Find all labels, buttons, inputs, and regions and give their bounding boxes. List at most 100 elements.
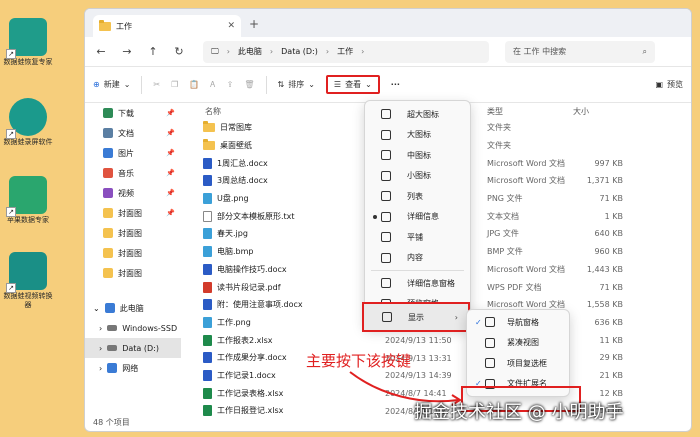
up-icon[interactable]: ↑ — [145, 45, 161, 58]
tab-bar: 工作 ✕ + — [85, 9, 691, 37]
view-menu-item[interactable]: 小图标 — [365, 166, 470, 187]
library-icon — [103, 168, 113, 178]
word-file-icon — [203, 263, 212, 275]
sidebar-item-label: 视频 — [118, 188, 134, 198]
more-options-button[interactable]: ··· — [391, 80, 400, 89]
view-mode-icon — [381, 278, 391, 288]
sidebar-item-label: Windows-SSD — [122, 323, 178, 333]
breadcrumb[interactable]: 🖵 › 此电脑 › Data (D:) › 工作 › — [203, 40, 489, 63]
sidebar-item[interactable]: 封面图 — [85, 263, 181, 283]
back-icon[interactable]: ← — [93, 45, 109, 58]
view-button[interactable]: ☰ 查看 ⌄ — [325, 75, 380, 94]
view-menu-item[interactable]: 内容 — [365, 248, 470, 269]
file-type: JPG 文件 — [487, 229, 519, 239]
sidebar-item[interactable]: 封面图 — [85, 223, 181, 243]
breadcrumb-drive[interactable]: Data (D:) — [281, 47, 318, 56]
chevron-down-icon: ⌄ — [93, 303, 100, 313]
sidebar-item[interactable]: 封面图 📌 — [85, 203, 181, 223]
file-name: 电脑.bmp — [217, 247, 254, 257]
converter-app-icon: ↗ — [6, 252, 47, 293]
cut-icon[interactable]: ✂ — [153, 80, 160, 89]
sidebar-item-label: 文档 — [118, 128, 134, 138]
desktop-icon-iphone-expert[interactable]: ↗ 苹果数据专家 — [2, 176, 54, 225]
shortcut-arrow-icon: ↗ — [6, 283, 16, 293]
view-menu-item[interactable]: 详细信息窗格 — [365, 273, 470, 294]
view-menu-item[interactable]: 大图标 — [365, 125, 470, 146]
close-tab-icon[interactable]: ✕ — [227, 21, 235, 31]
preview-button[interactable]: ▣ 预览 — [655, 79, 683, 90]
file-meta-row: 文件夹 — [487, 119, 623, 137]
file-name: 工作记录1.docx — [217, 370, 276, 380]
computer-icon — [104, 303, 115, 313]
annotation-text: 主要按下该按键 — [306, 352, 412, 370]
show-submenu-item[interactable]: ✓ 导航窗格 — [467, 312, 569, 333]
delete-icon[interactable]: 🗑 — [244, 80, 254, 89]
copy-icon[interactable]: ❐ — [171, 80, 178, 89]
paste-icon[interactable]: 📋 — [189, 80, 199, 89]
column-type[interactable]: 类型 — [487, 106, 503, 117]
sidebar-item-drive[interactable]: › Data (D:) — [85, 338, 181, 358]
chevron-right-icon: › — [99, 343, 103, 353]
file-name: 工作报表2.xlsx — [217, 335, 273, 345]
chevron-down-icon: ⌄ — [123, 80, 131, 89]
sidebar-item[interactable]: 下载 📌 — [85, 103, 181, 123]
view-menu: 超大图标大图标中图标小图标列表详细信息平铺内容详细信息窗格预览窗格 — [364, 100, 471, 328]
file-meta-row: JPG 文件 640 KB — [487, 225, 623, 243]
sidebar-item-this-pc[interactable]: ⌄ 此电脑 — [85, 298, 181, 318]
view-mode-icon — [381, 211, 391, 222]
file-name: 日常图库 — [220, 123, 252, 133]
img-file-icon — [203, 316, 212, 328]
file-size: 71 KB — [599, 194, 623, 204]
new-button[interactable]: ⊕ 新建 ⌄ — [93, 79, 130, 90]
chevron-right-icon: › — [361, 47, 365, 56]
refresh-icon[interactable]: ↻ — [171, 45, 187, 58]
sidebar-item-network[interactable]: › 网络 — [85, 358, 181, 378]
breadcrumb-folder[interactable]: 工作 — [337, 46, 353, 57]
shortcut-arrow-icon: ↗ — [6, 207, 16, 217]
view-menu-label: 内容 — [407, 253, 423, 263]
word-file-icon — [203, 175, 212, 187]
xls-file-icon — [203, 405, 212, 417]
tab-work[interactable]: 工作 ✕ — [93, 15, 241, 37]
desktop-icon-recovery[interactable]: ↗ 数据蛙恢复专家 — [2, 18, 54, 67]
desktop: ↗ 数据蛙恢复专家 ↗ 数据蛙录屏软件 ↗ 苹果数据专家 ↗ 数据蛙视频转换器 — [0, 0, 80, 437]
share-icon[interactable]: ⇪ — [227, 80, 234, 89]
word-file-icon — [203, 352, 212, 364]
sidebar-item-drive[interactable]: › Windows-SSD — [85, 318, 181, 338]
column-name[interactable]: 名称 — [205, 106, 221, 117]
search-input[interactable]: 在 工作 中搜索 ⌕ — [505, 40, 655, 63]
show-menu-item[interactable]: 显示 › — [362, 302, 470, 332]
search-placeholder: 在 工作 中搜索 — [513, 47, 567, 56]
view-menu-item[interactable]: 详细信息 — [365, 207, 470, 228]
library-icon — [103, 148, 113, 158]
monitor-icon: 🖵 — [211, 46, 219, 56]
file-name: U盘.png — [217, 194, 249, 204]
view-menu-item[interactable]: 超大图标 — [365, 104, 470, 125]
rename-icon[interactable]: Ꭺ — [210, 80, 215, 90]
sidebar-item[interactable]: 视频 📌 — [85, 183, 181, 203]
view-menu-item[interactable]: 中图标 — [365, 145, 470, 166]
desktop-icon-converter[interactable]: ↗ 数据蛙视频转换器 — [2, 252, 54, 310]
show-submenu-item[interactable]: 紧凑视图 — [467, 333, 569, 354]
img-file-icon — [203, 246, 212, 258]
file-type: PNG 文件 — [487, 194, 523, 204]
desktop-icon-recorder[interactable]: ↗ 数据蛙录屏软件 — [2, 98, 54, 147]
view-menu-item[interactable]: 列表 — [365, 186, 470, 207]
column-size[interactable]: 大小 — [573, 106, 589, 117]
view-menu-label: 中图标 — [407, 150, 431, 160]
pin-icon: 📌 — [166, 129, 175, 137]
show-submenu-item[interactable]: 项目复选框 — [467, 353, 569, 374]
sidebar-item[interactable]: 图片 📌 — [85, 143, 181, 163]
forward-icon[interactable]: → — [119, 45, 135, 58]
sidebar-item[interactable]: 音乐 📌 — [85, 163, 181, 183]
new-tab-button[interactable]: + — [249, 17, 259, 31]
view-menu-item[interactable]: 平铺 — [365, 227, 470, 248]
file-type: BMP 文件 — [487, 247, 523, 257]
status-bar: 48 个项目 — [93, 418, 130, 427]
file-meta-row: Microsoft Word 文档 1,371 KB — [487, 172, 623, 190]
sidebar-item[interactable]: 文档 📌 — [85, 123, 181, 143]
breadcrumb-pc[interactable]: 此电脑 — [238, 46, 262, 57]
sort-button[interactable]: ⇅ 排序 ⌄ — [278, 79, 315, 90]
sidebar-item[interactable]: 封面图 — [85, 243, 181, 263]
file-size: 11 KB — [599, 335, 623, 345]
